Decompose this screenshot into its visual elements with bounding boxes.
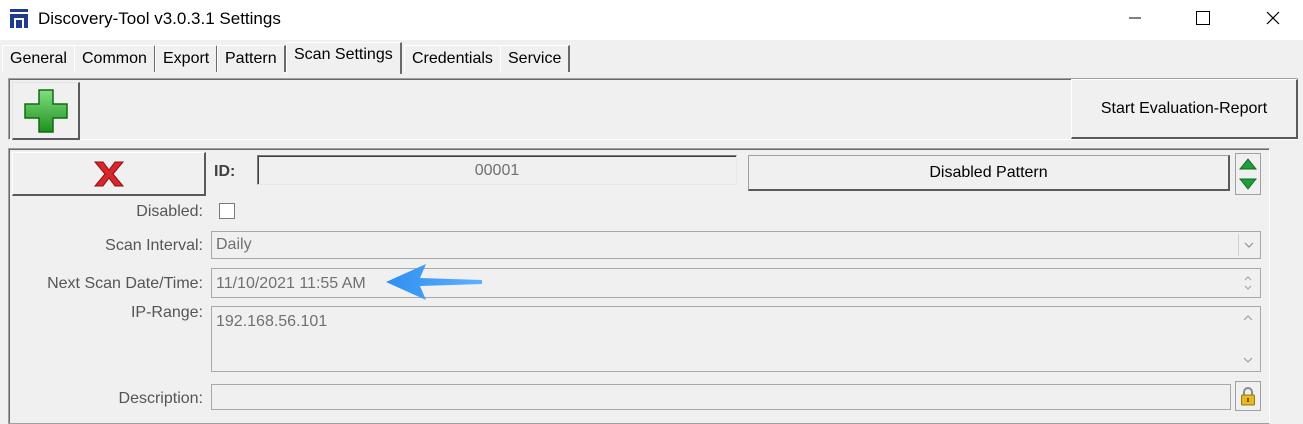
red-x-icon bbox=[93, 161, 124, 186]
start-evaluation-report-button[interactable]: Start Evaluation-Report bbox=[1071, 79, 1298, 139]
close-icon[interactable] bbox=[1250, 0, 1296, 36]
padlock-icon bbox=[1241, 387, 1255, 406]
scroll-down-icon[interactable] bbox=[1243, 357, 1253, 363]
next-scan-label: Next Scan Date/Time: bbox=[47, 275, 203, 292]
window-title: Discovery-Tool v3.0.3.1 Settings bbox=[38, 9, 281, 28]
tab-service[interactable]: Service bbox=[500, 45, 571, 72]
maximize-icon[interactable] bbox=[1180, 0, 1226, 36]
add-pattern-button[interactable] bbox=[12, 82, 80, 140]
tab-label: Service bbox=[508, 50, 562, 67]
disabled-pattern-label: Disabled Pattern bbox=[929, 163, 1048, 181]
tab-label: Credentials bbox=[412, 50, 493, 67]
scan-interval-label: Scan Interval: bbox=[105, 237, 203, 254]
tab-label: Pattern bbox=[225, 50, 277, 67]
spin-control[interactable] bbox=[1238, 270, 1258, 296]
discovery-tool-logo-icon bbox=[8, 8, 30, 30]
next-scan-value: 11/10/2021 11:55 AM bbox=[216, 275, 366, 292]
id-label: ID: bbox=[214, 163, 236, 180]
next-scan-datetime-picker[interactable]: 11/10/2021 11:55 AM bbox=[211, 268, 1261, 298]
lock-button[interactable] bbox=[1235, 381, 1261, 411]
minimize-icon[interactable] bbox=[1112, 0, 1158, 36]
blue-arrow-left-icon bbox=[382, 262, 486, 309]
tab-label: Scan Settings bbox=[294, 46, 393, 63]
report-button-label: Start Evaluation-Report bbox=[1100, 99, 1268, 117]
scan-interval-value: Daily bbox=[216, 236, 252, 253]
scrollbar[interactable] bbox=[1238, 309, 1258, 369]
disabled-checkbox[interactable] bbox=[219, 203, 235, 219]
chevron-down-icon[interactable] bbox=[1238, 234, 1258, 256]
tab-pattern[interactable]: Pattern bbox=[217, 45, 286, 72]
green-down-arrow-icon[interactable] bbox=[1236, 174, 1260, 194]
ip-range-value: 192.168.56.101 bbox=[216, 313, 328, 330]
id-field: 00001 bbox=[257, 155, 737, 185]
tab-export[interactable]: Export bbox=[155, 45, 219, 72]
tab-scan-settings[interactable]: Scan Settings bbox=[286, 42, 402, 74]
scan-interval-select[interactable]: Daily bbox=[211, 231, 1261, 259]
disabled-label: Disabled: bbox=[136, 203, 203, 220]
disabled-pattern-button[interactable]: Disabled Pattern bbox=[748, 155, 1230, 191]
scan-pattern-panel: ID: 00001 Disabled Pattern Disabled: Sca… bbox=[8, 148, 1270, 424]
move-pattern-control bbox=[1235, 153, 1261, 195]
ip-range-label: IP-Range: bbox=[130, 304, 203, 321]
tab-bar: General Common Export Pattern Scan Setti… bbox=[0, 40, 1303, 74]
tab-label: Common bbox=[82, 50, 147, 67]
tab-label: General bbox=[10, 50, 67, 67]
tab-general[interactable]: General bbox=[2, 45, 76, 72]
tab-common[interactable]: Common bbox=[74, 45, 156, 72]
delete-pattern-button[interactable] bbox=[12, 152, 206, 196]
green-plus-icon bbox=[23, 88, 68, 133]
tab-credentials[interactable]: Credentials bbox=[404, 45, 502, 72]
ip-range-textarea[interactable]: 192.168.56.101 bbox=[211, 306, 1261, 372]
description-label: Description: bbox=[118, 390, 203, 407]
scroll-up-icon[interactable] bbox=[1243, 315, 1253, 321]
toolbar-panel: Start Evaluation-Report bbox=[8, 78, 1298, 140]
tab-label: Export bbox=[163, 50, 210, 67]
description-input[interactable] bbox=[211, 384, 1231, 410]
green-up-arrow-icon[interactable] bbox=[1236, 154, 1260, 174]
title-bar: Discovery-Tool v3.0.3.1 Settings bbox=[0, 0, 1303, 40]
